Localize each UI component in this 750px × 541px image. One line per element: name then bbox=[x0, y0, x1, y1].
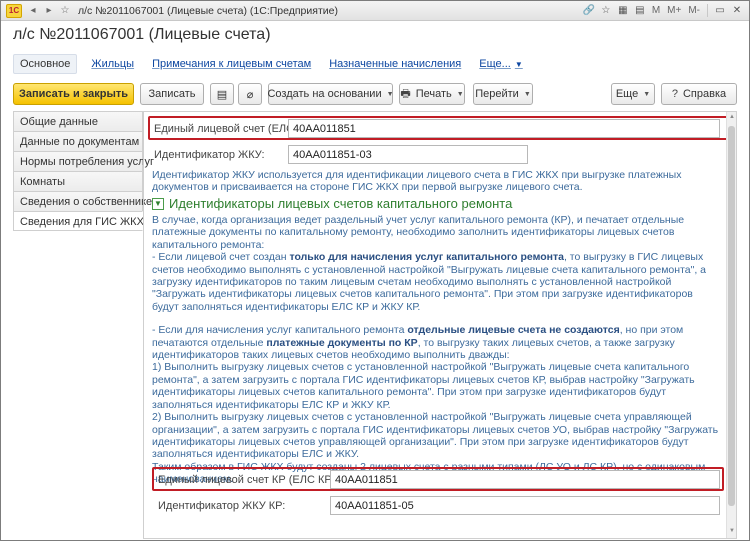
minimize-icon[interactable]: ▭ bbox=[712, 3, 728, 18]
zhku-kr-label: Идентификатор ЖКУ КР: bbox=[158, 499, 286, 512]
printer-icon: 🖶 bbox=[400, 87, 411, 100]
window-title: л/с №2011067001 (Лицевые счета) (1С:Пред… bbox=[78, 4, 338, 17]
chevron-down-icon: ▼ bbox=[152, 197, 164, 210]
els-kr-row: Единый лицевой счет КР (ЕЛС КР) : bbox=[158, 470, 720, 489]
tab-residents[interactable]: Жильцы bbox=[91, 58, 134, 70]
app-logo-icon[interactable]: 1С bbox=[6, 3, 22, 18]
kr-info-p1: В случае, когда организация ведет раздел… bbox=[152, 214, 685, 251]
zhku-input[interactable] bbox=[288, 145, 528, 164]
els-label: Единый лицевой счет (ЕЛС): bbox=[154, 122, 301, 135]
tab-more[interactable]: Еще... ▼ bbox=[479, 58, 522, 70]
goto-label: Перейти bbox=[475, 88, 519, 100]
tab-more-label: Еще... bbox=[479, 58, 511, 70]
separator bbox=[707, 4, 708, 17]
memory-minus-button[interactable]: M- bbox=[685, 5, 703, 16]
kr-info-p2-a: - Если лицевой счет создан bbox=[152, 251, 290, 264]
els-kr-input[interactable] bbox=[330, 470, 720, 489]
zhku-kr-input[interactable] bbox=[330, 496, 720, 515]
tab-notes[interactable]: Примечания к лицевым счетам bbox=[152, 58, 311, 70]
kr-info-p5: 2) Выполнить выгрузку лицевых счетов с у… bbox=[152, 411, 719, 461]
scroll-down-icon[interactable]: ▼ bbox=[728, 528, 736, 536]
kr-info-p4: 1) Выполнить выгрузку лицевых счетов с у… bbox=[152, 361, 695, 411]
zhku-info-text: Идентификатор ЖКУ используется для идент… bbox=[152, 169, 722, 194]
chevron-down-icon: ▼ bbox=[514, 60, 523, 69]
kr-info-p2-bold: только для начисления услуг капитального… bbox=[289, 251, 564, 264]
zhku-row: Идентификатор ЖКУ: bbox=[154, 145, 528, 164]
save-button[interactable]: Записать bbox=[140, 83, 204, 105]
scroll-up-icon[interactable]: ▲ bbox=[728, 114, 736, 122]
nav-item-documents[interactable]: Данные по документам bbox=[13, 131, 143, 151]
calculator-icon[interactable]: ▦ bbox=[615, 3, 631, 18]
content-panel: Единый лицевой счет (ЕЛС): Идентификатор… bbox=[143, 111, 737, 539]
nav-item-consumption-norms[interactable]: Нормы потребления услуг bbox=[13, 151, 154, 171]
star-icon[interactable]: ☆ bbox=[58, 4, 72, 18]
zhku-label: Идентификатор ЖКУ: bbox=[154, 148, 265, 161]
scroll-thumb[interactable] bbox=[728, 126, 735, 506]
tab-main[interactable]: Основное bbox=[13, 54, 78, 74]
els-row: Единый лицевой счет (ЕЛС): bbox=[154, 119, 720, 138]
nav-item-rooms[interactable]: Комнаты bbox=[13, 171, 143, 191]
kr-section-title: Идентификаторы лицевых счетов капитально… bbox=[169, 196, 513, 211]
kr-info-p2: - Если лицевой счет создан только для на… bbox=[152, 251, 722, 313]
kr-section-header[interactable]: ▼ Идентификаторы лицевых счетов капиталь… bbox=[152, 196, 512, 211]
help-label: Справка bbox=[682, 88, 727, 100]
calendar-icon[interactable]: ▤ bbox=[632, 3, 648, 18]
kr-info-text: В случае, когда организация ведет раздел… bbox=[152, 214, 722, 486]
help-button[interactable]: ? Справка bbox=[661, 83, 737, 105]
paperclip-icon: ⌀ bbox=[246, 88, 254, 101]
help-icon: ? bbox=[671, 88, 678, 100]
create-based-on-button[interactable]: Создать на основании ▼ bbox=[267, 83, 394, 105]
goto-button[interactable]: Перейти ▼ bbox=[473, 83, 533, 105]
title-bar-controls: 🔗 ☆ ▦ ▤ M M+ M- ▭ ✕ bbox=[581, 3, 745, 18]
close-icon[interactable]: ✕ bbox=[729, 3, 745, 18]
menu-arrow-icon[interactable]: ◂ bbox=[26, 4, 40, 18]
create-based-on-label: Создать на основании bbox=[267, 88, 382, 100]
vertical-scrollbar[interactable]: ▲ ▼ bbox=[726, 112, 736, 538]
chevron-down-icon: ▼ bbox=[386, 90, 394, 98]
zhku-kr-row: Идентификатор ЖКУ КР: bbox=[158, 496, 720, 515]
kr-info-p3-bold: отдельные лицевые счета не создаются bbox=[407, 324, 620, 337]
document-list-button[interactable]: ▤ bbox=[210, 83, 234, 105]
app-window: 1С ◂ ▸ ☆ л/с №2011067001 (Лицевые счета)… bbox=[0, 0, 750, 541]
els-kr-label: Единый лицевой счет КР (ЕЛС КР) : bbox=[158, 473, 342, 486]
link-icon[interactable]: 🔗 bbox=[581, 3, 597, 18]
kr-info-p3-a: - Если для начисления услуг капитального… bbox=[152, 324, 408, 337]
nav-item-general[interactable]: Общие данные bbox=[13, 111, 143, 131]
kr-info-p3-bold2: платежные документы по КР bbox=[266, 336, 418, 349]
chevron-down-icon: ▼ bbox=[643, 90, 651, 98]
attach-button[interactable]: ⌀ bbox=[238, 83, 262, 105]
nav-item-owner[interactable]: Сведения о собственнике bbox=[13, 191, 152, 211]
memory-button[interactable]: M bbox=[649, 5, 663, 16]
page-title: л/с №2011067001 (Лицевые счета) bbox=[13, 26, 271, 43]
zhku-info-paragraph: Идентификатор ЖКУ используется для идент… bbox=[152, 169, 682, 194]
memory-plus-button[interactable]: M+ bbox=[664, 5, 684, 16]
forward-arrow-icon[interactable]: ▸ bbox=[42, 4, 56, 18]
save-and-close-button[interactable]: Записать и закрыть bbox=[13, 83, 134, 105]
els-input[interactable] bbox=[288, 119, 720, 138]
list-icon: ▤ bbox=[216, 88, 228, 101]
left-nav: Общие данные Данные по документам Нормы … bbox=[13, 111, 154, 231]
star-icon[interactable]: ☆ bbox=[598, 3, 614, 18]
kr-info-p3: - Если для начисления услуг капитального… bbox=[152, 324, 722, 361]
tab-charges[interactable]: Назначенные начисления bbox=[329, 58, 461, 70]
form-tabs: Основное Жильцы Примечания к лицевым сче… bbox=[13, 54, 541, 74]
print-button[interactable]: 🖶 Печать ▼ bbox=[399, 83, 465, 105]
more-label: Еще bbox=[615, 88, 639, 100]
chevron-down-icon: ▼ bbox=[456, 90, 464, 98]
more-button[interactable]: Еще ▼ bbox=[611, 83, 655, 105]
print-label: Печать bbox=[415, 88, 452, 100]
command-bar: Записать и закрыть Записать ▤ ⌀ Создать … bbox=[13, 83, 737, 105]
chevron-down-icon: ▼ bbox=[523, 90, 531, 98]
nav-item-gis-zhkh[interactable]: Сведения для ГИС ЖКХ bbox=[13, 211, 144, 231]
title-bar: 1С ◂ ▸ ☆ л/с №2011067001 (Лицевые счета)… bbox=[1, 1, 749, 21]
